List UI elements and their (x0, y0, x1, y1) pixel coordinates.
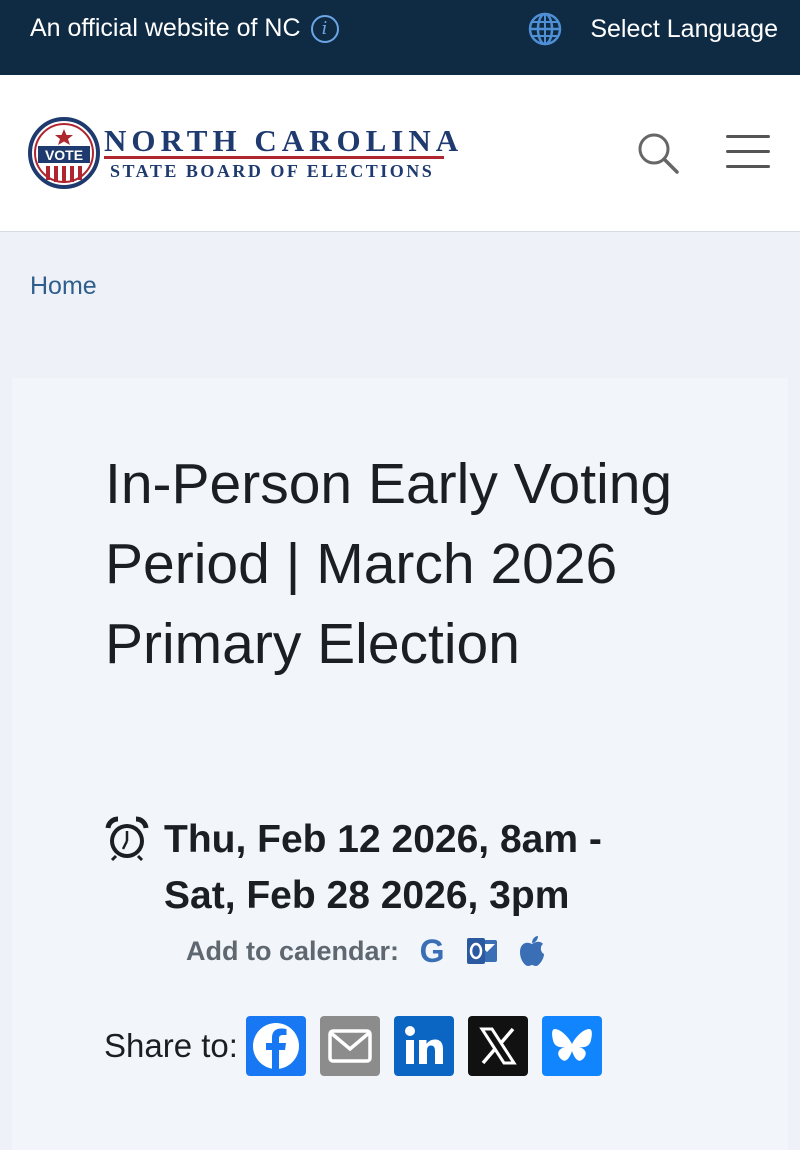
event-start-time: Thu, Feb 12 2026, 8am - (164, 818, 602, 861)
share-label: Share to: (104, 1027, 238, 1064)
logo-agency-name: STATE BOARD OF ELECTIONS (110, 161, 435, 181)
page-title: In-Person Early Voting Period | March 20… (105, 452, 673, 676)
breadcrumb-home-link[interactable]: Home (30, 272, 97, 300)
event-time-range: Thu, Feb 12 2026, 8am - Sat, Feb 28 2026… (164, 812, 602, 924)
share-facebook-button[interactable] (245, 1016, 306, 1076)
language-selector[interactable]: Select Language (528, 12, 778, 46)
linkedin-icon (404, 1026, 443, 1064)
google-calendar-icon[interactable]: G (415, 933, 449, 969)
hamburger-menu-icon[interactable] (726, 135, 770, 169)
info-icon[interactable]: i (310, 14, 339, 43)
apple-calendar-icon[interactable] (515, 934, 549, 968)
event-end-time: Sat, Feb 28 2026, 3pm (164, 874, 570, 917)
search-icon[interactable] (636, 131, 680, 175)
outlook-calendar-icon[interactable] (465, 934, 499, 968)
share-bar: Share to: (104, 1016, 616, 1076)
logo-state-name: NORTH CAROLINA (104, 123, 464, 158)
bluesky-icon (552, 1029, 592, 1061)
site-logo[interactable]: VOTE NORTH CAROLINA STATE BOARD OF ELECT… (28, 117, 463, 189)
official-banner: An official website of NC i Select Langu… (0, 0, 800, 75)
event-datetime: Thu, Feb 12 2026, 8am - Sat, Feb 28 2026… (104, 812, 602, 924)
facebook-icon (252, 1023, 299, 1069)
add-to-calendar-label: Add to calendar: (186, 935, 400, 966)
share-x-button[interactable] (467, 1016, 528, 1076)
email-icon (328, 1029, 372, 1063)
official-site-notice: An official website of NC i (30, 14, 339, 43)
share-email-button[interactable] (319, 1016, 380, 1076)
add-to-calendar: Add to calendar: G (186, 933, 549, 969)
logo-wordmark: NORTH CAROLINA STATE BOARD OF ELECTIONS (104, 124, 463, 182)
vote-seal-logo: VOTE (28, 117, 100, 189)
site-header: VOTE NORTH CAROLINA STATE BOARD OF ELECT… (0, 75, 800, 232)
breadcrumb: Home (30, 272, 97, 301)
globe-icon (529, 12, 562, 46)
svg-text:VOTE: VOTE (45, 147, 83, 163)
official-site-text: An official website of NC (30, 14, 301, 42)
share-linkedin-button[interactable] (393, 1016, 454, 1076)
share-bluesky-button[interactable] (541, 1016, 602, 1076)
alarm-clock-icon (105, 816, 149, 862)
language-label: Select Language (590, 14, 778, 43)
x-icon (479, 1027, 517, 1065)
